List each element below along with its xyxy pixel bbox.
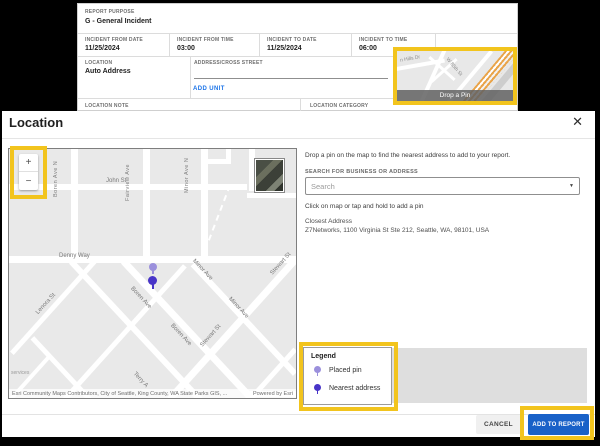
field-label: INCIDENT FROM DATE — [85, 37, 143, 43]
add-unit-link[interactable]: ADD UNIT — [193, 86, 225, 92]
street-segment — [61, 264, 187, 398]
street-segment — [9, 258, 99, 355]
incident-to-date-field[interactable]: INCIDENT TO DATE 11/25/2024 — [260, 34, 352, 56]
field-label: LOCATION NOTE — [85, 103, 129, 109]
street-segment — [143, 149, 150, 261]
modal-title: Location — [9, 115, 64, 130]
field-value: 11/25/2024 — [85, 45, 120, 52]
minimap-highlight-box: n Hills Dr W 85th St Drop a Pin — [393, 47, 517, 105]
incident-report-form: REPORT PURPOSE G - General Incident INCI… — [77, 3, 518, 113]
field-value: 06:00 — [359, 45, 377, 52]
closest-address-label: Closest Address — [305, 218, 352, 225]
location-category-label: LOCATION CATEGORY — [310, 103, 369, 109]
search-label: SEARCH FOR BUSINESS OR ADDRESS — [305, 169, 419, 175]
modal-intro-text: Drop a pin on the map to find the neares… — [305, 152, 511, 159]
street-label: services — [11, 370, 30, 376]
map-canvas[interactable]: Boren Ave N Fairview Ave Minor Ave N Joh… — [8, 148, 297, 399]
map-hint-text: Click on map or tap and hold to add a pi… — [305, 203, 424, 210]
incident-from-date-field[interactable]: INCIDENT FROM DATE 11/25/2024 — [78, 34, 170, 56]
placed-pin-stem — [152, 270, 154, 274]
report-purpose-row: REPORT PURPOSE G - General Incident — [78, 4, 517, 34]
street-segment — [203, 149, 231, 164]
address-input[interactable] — [194, 57, 388, 79]
location-field[interactable]: LOCATION Auto Address — [78, 57, 191, 98]
location-minimap[interactable]: n Hills Dr W 85th St Drop a Pin — [397, 51, 513, 101]
cancel-button[interactable]: CANCEL — [476, 415, 521, 434]
street-label: John St — [106, 178, 127, 184]
close-button[interactable]: ✕ — [572, 114, 583, 130]
zoom-out-button[interactable]: − — [19, 172, 38, 190]
search-combobox: ▼ — [305, 177, 580, 195]
report-purpose-value[interactable]: G - General Incident — [85, 18, 152, 25]
legend-panel: Legend Placed pin Nearest address — [303, 347, 392, 405]
closest-address-value: Z7Networks, 1100 Virginia St Ste 212, Se… — [305, 227, 490, 234]
incident-from-time-field[interactable]: INCIDENT FROM TIME 03:00 — [170, 34, 260, 56]
drop-a-pin-button[interactable]: Drop a Pin — [397, 90, 513, 101]
street-segment — [247, 193, 296, 198]
field-label: INCIDENT FROM TIME — [177, 37, 234, 43]
street-label: Terry A — [131, 371, 149, 389]
street-label: Denny Way — [59, 253, 90, 259]
street-label: Minor Ave N — [184, 157, 190, 193]
field-label: INCIDENT TO TIME — [359, 37, 408, 43]
modal-divider — [2, 138, 595, 139]
field-label: INCIDENT TO DATE — [267, 37, 317, 43]
legend-title: Legend — [311, 353, 336, 360]
field-value: 03:00 — [177, 45, 195, 52]
nearest-address-pin-stem — [152, 284, 154, 289]
street-segment — [71, 149, 78, 259]
placed-pin-icon — [314, 366, 321, 376]
field-value: Auto Address — [85, 68, 131, 75]
close-icon: ✕ — [572, 114, 583, 129]
map-zoom-control: + − — [19, 154, 38, 190]
street-label: Boren Ave N — [53, 160, 59, 197]
report-purpose-label: REPORT PURPOSE — [85, 9, 135, 15]
legend-item-label: Nearest address — [329, 385, 381, 392]
location-modal: Location ✕ Boren Ave N Fairview Ave Mino… — [2, 111, 595, 440]
street-segment — [9, 256, 296, 263]
legend-item-label: Placed pin — [329, 367, 362, 374]
powered-by-esri: Powered by Esri — [249, 390, 296, 397]
dropdown-caret-icon[interactable]: ▼ — [569, 183, 574, 189]
basemap-toggle[interactable] — [254, 158, 285, 193]
map-attribution: Esri Community Maps Contributors, City o… — [9, 389, 296, 398]
field-value: 11/25/2024 — [267, 45, 302, 52]
search-input[interactable] — [311, 179, 561, 193]
attribution-text: Esri Community Maps Contributors, City o… — [12, 390, 228, 397]
add-to-report-button[interactable]: ADD TO REPORT — [528, 414, 589, 435]
field-label: LOCATION — [85, 60, 113, 66]
nearest-address-pin-icon — [314, 384, 321, 394]
zoom-in-button[interactable]: + — [19, 154, 38, 172]
